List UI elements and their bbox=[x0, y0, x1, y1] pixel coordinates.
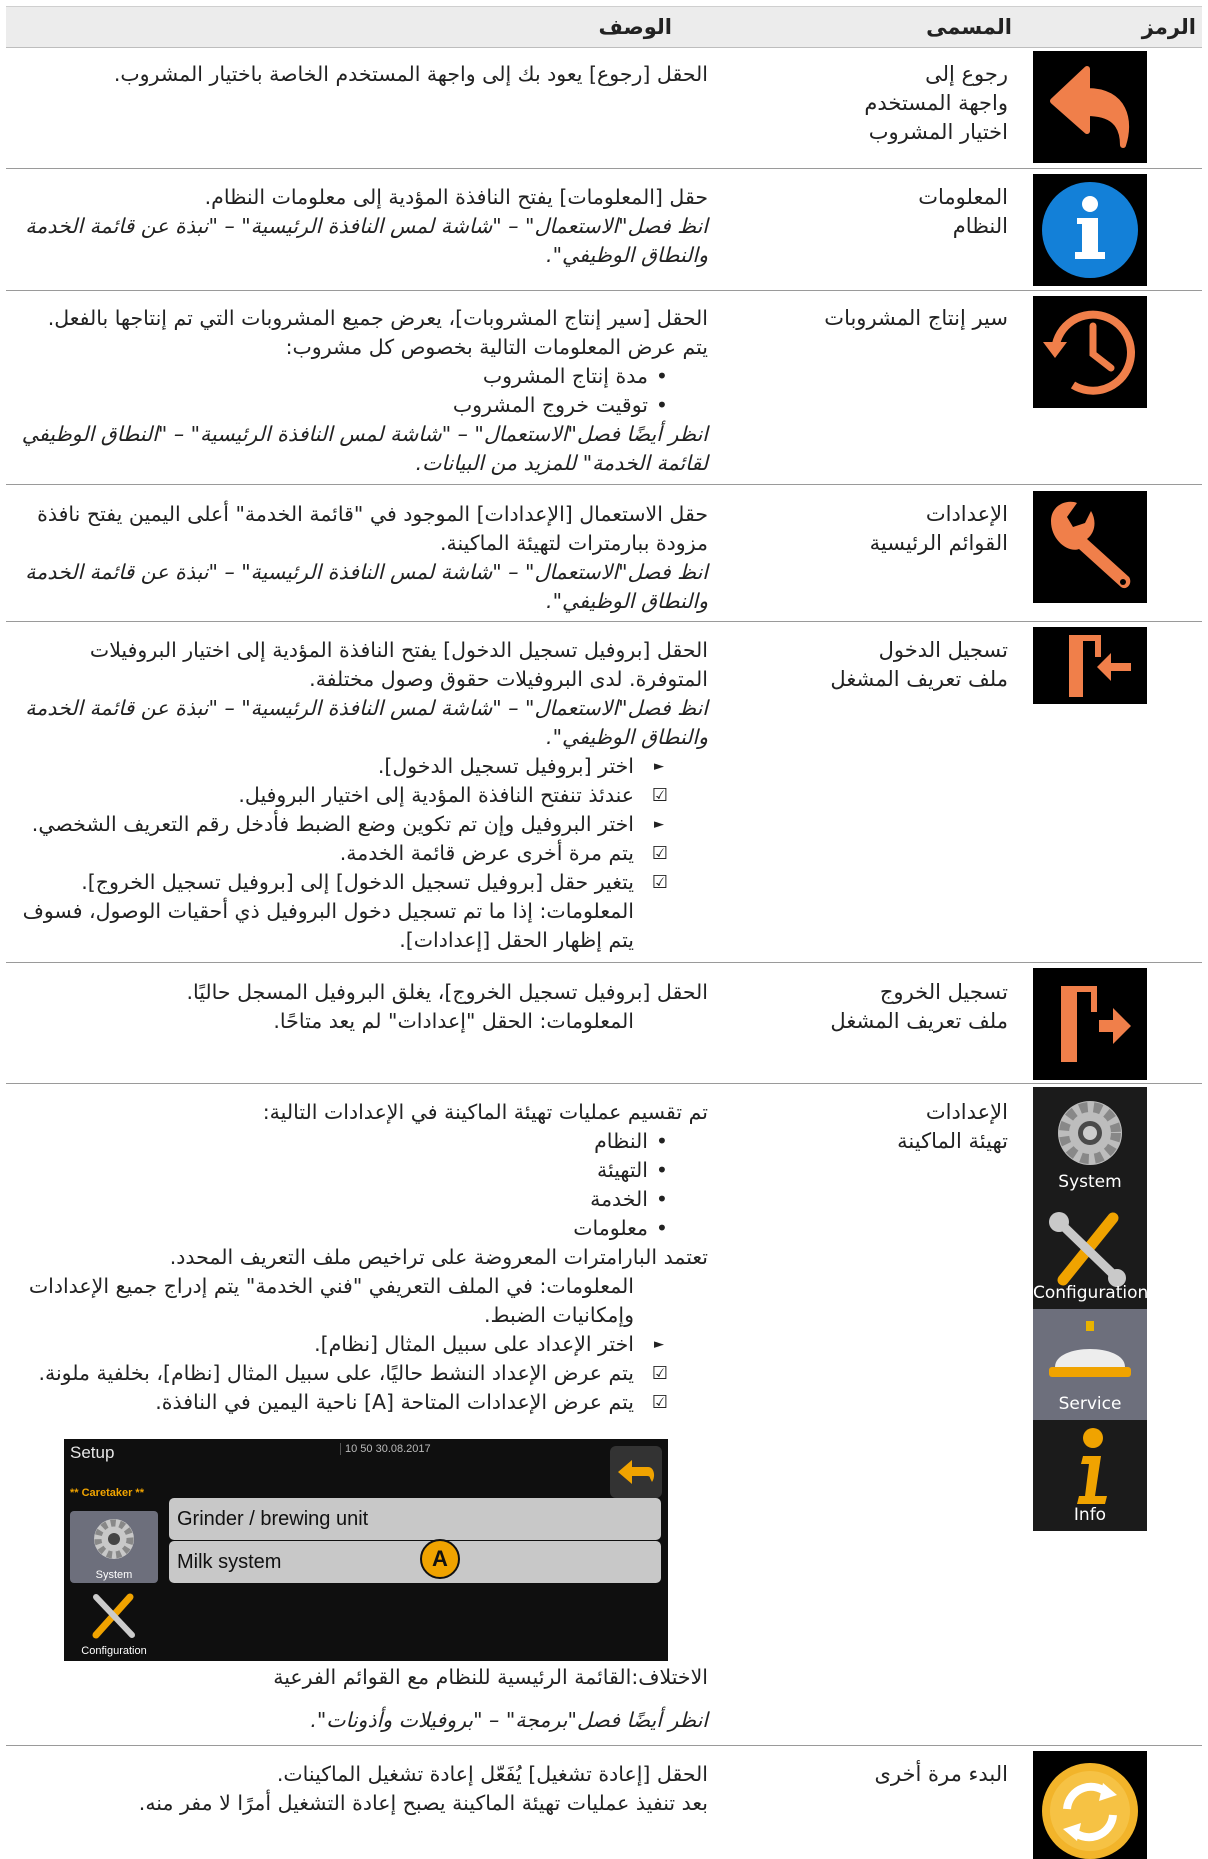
back-button[interactable] bbox=[610, 1446, 662, 1498]
info-note: المعلومات: إذا ما تم تسجيل دخول البروفيل… bbox=[22, 899, 634, 952]
back-arrow-icon bbox=[1033, 51, 1147, 163]
list-item: مدة إنتاج المشروب bbox=[18, 362, 668, 391]
row-divider bbox=[6, 1083, 1202, 1084]
action-step: اختر [بروفيل تسجيل الدخول]. bbox=[18, 752, 668, 781]
result-step: يتغير حقل [بروفيل تسجيل الدخول] إلى [برو… bbox=[18, 868, 668, 897]
header-symbol: الرمز bbox=[1141, 15, 1196, 39]
header-description: الوصف bbox=[598, 15, 672, 39]
row-description: الحقل [رجوع] يعود بك إلى واجهة المستخدم … bbox=[113, 62, 708, 86]
row-name: تسجيل الخروج ملف تعريف المشغل bbox=[830, 980, 1008, 1033]
logout-icon bbox=[1033, 968, 1147, 1080]
setup-screenshot: Setup 10 50 30.08.2017 ** Caretaker ** S… bbox=[64, 1439, 668, 1661]
list-item: معلومات bbox=[18, 1214, 668, 1243]
menu-item-milk-system[interactable]: Milk system bbox=[169, 1541, 661, 1583]
row-description: تم تقسيم عمليات تهيئة الماكينة في الإعدا… bbox=[18, 1098, 708, 1417]
row-description: الحقل [إعادة تشغيل] يُفَعّل إعادة تشغيل … bbox=[138, 1762, 708, 1815]
screen-timestamp: 10 50 30.08.2017 bbox=[340, 1443, 431, 1455]
screen-title: Setup bbox=[70, 1443, 115, 1462]
header-name: المسمى bbox=[926, 15, 1012, 39]
figure-caption: الاختلاف:القائمة الرئيسية للنظام مع القو… bbox=[273, 1665, 708, 1689]
action-step: اختر البروفيل وإن تم تكوين وضع الضبط فأد… bbox=[18, 810, 668, 839]
row-divider bbox=[6, 621, 1202, 622]
row-name: تسجيل الدخول ملف تعريف المشغل bbox=[830, 638, 1008, 691]
info-note: المعلومات: في الملف التعريفي "فني الخدمة… bbox=[28, 1274, 634, 1327]
row-name: رجوع إلى واجهة المستخدم اختيار المشروب bbox=[864, 62, 1008, 144]
result-step: يتم عرض الإعدادات المتاحة [A] ناحية اليم… bbox=[18, 1388, 668, 1417]
row-description: حقل [المعلومات] يفتح النافذة المؤدية إلى… bbox=[25, 185, 708, 267]
row-divider bbox=[6, 962, 1202, 963]
info-note: المعلومات: الحقل "إعدادات" لم يعد متاحًا… bbox=[273, 1009, 634, 1033]
setup-tiles: System Configuration Service Info bbox=[1033, 1087, 1148, 1531]
history-clock-icon bbox=[1033, 296, 1147, 408]
row-divider bbox=[6, 168, 1202, 169]
row-name: الإعدادات القوائم الرئيسية bbox=[869, 502, 1008, 555]
list-item: الخدمة bbox=[18, 1185, 668, 1214]
row-name: البدء مرة أخرى bbox=[874, 1762, 1009, 1786]
row-divider bbox=[6, 484, 1202, 485]
result-step: عندئذ تنفتح النافذة المؤدية إلى اختيار ا… bbox=[18, 781, 668, 810]
tile-info: Info bbox=[1033, 1420, 1147, 1531]
row-description: الحقل [بروفيل تسجيل الخروج]، يغلق البروف… bbox=[18, 978, 708, 1036]
result-step: يتم عرض الإعداد النشط حاليًا، على سبيل ا… bbox=[18, 1359, 668, 1388]
tile-service: Service bbox=[1033, 1309, 1147, 1420]
login-icon bbox=[1033, 627, 1147, 704]
row-divider bbox=[6, 290, 1202, 291]
list-item: النظام bbox=[18, 1127, 668, 1156]
tile-configuration: Configuration bbox=[1033, 1198, 1148, 1309]
restart-icon bbox=[1033, 1751, 1147, 1859]
row-description: الحقل [سير إنتاج المشروبات]، يعرض جميع ا… bbox=[18, 304, 708, 478]
configuration-button[interactable]: Configuration bbox=[70, 1589, 158, 1659]
see-also-reference: انظر أيضًا فصل"برمجة" – "بروفيلات وأذونا… bbox=[310, 1708, 708, 1732]
configuration-tools-icon bbox=[92, 1593, 135, 1639]
caretaker-label: ** Caretaker ** bbox=[70, 1487, 144, 1499]
row-divider bbox=[6, 1745, 1202, 1746]
list-item: التهيئة bbox=[18, 1156, 668, 1185]
result-step: يتم مرة أخرى عرض قائمة الخدمة. bbox=[18, 839, 668, 868]
list-item: توقيت خروج المشروب bbox=[18, 391, 668, 420]
row-description: الحقل [بروفيل تسجيل الدخول] يفتح النافذة… bbox=[18, 636, 708, 955]
callout-a: A bbox=[420, 1539, 460, 1579]
table-header: الرمز المسمى الوصف bbox=[6, 6, 1202, 48]
action-step: اختر الإعداد على سبيل المثال [نظام]. bbox=[18, 1330, 668, 1359]
system-gear-icon bbox=[94, 1519, 134, 1559]
row-name: الإعدادات تهيئة الماكينة bbox=[897, 1100, 1008, 1153]
row-name: المعلومات النظام bbox=[918, 185, 1008, 238]
operating-fields-table: { "header": {"symbol": "الرمز", "name": … bbox=[0, 0, 1208, 1859]
info-icon bbox=[1033, 174, 1147, 286]
row-name: سير إنتاج المشروبات bbox=[824, 306, 1008, 330]
tile-system: System bbox=[1033, 1087, 1147, 1198]
menu-item-grinder[interactable]: Grinder / brewing unit bbox=[169, 1498, 661, 1540]
back-arrow-icon bbox=[618, 1460, 655, 1484]
system-button[interactable]: System bbox=[70, 1511, 158, 1583]
row-description: حقل الاستعمال [الإعدادات] الموجود في "قا… bbox=[25, 502, 708, 613]
wrench-icon bbox=[1033, 491, 1147, 603]
